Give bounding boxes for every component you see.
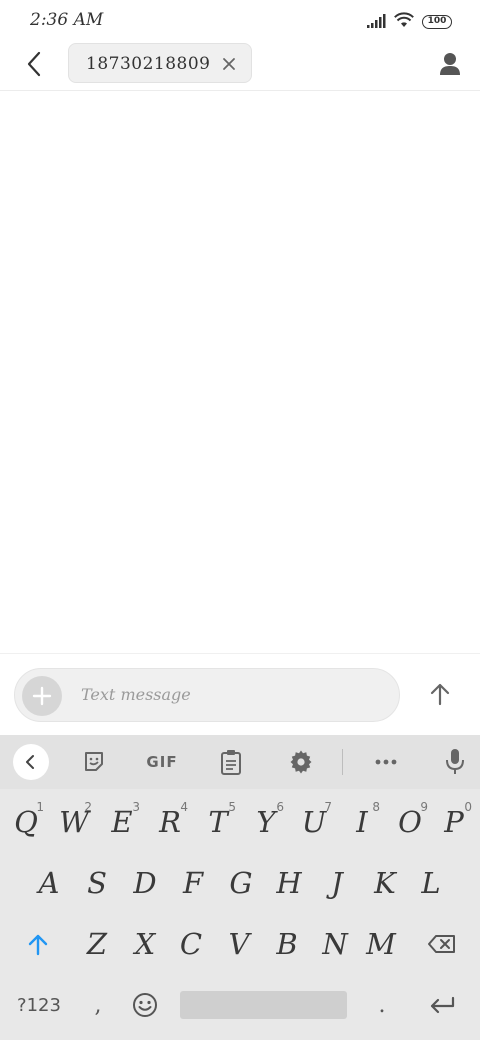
clipboard-icon	[221, 750, 241, 775]
key-d[interactable]: D	[121, 855, 169, 911]
key-p[interactable]: P0	[430, 794, 478, 850]
voice-input-button[interactable]	[437, 745, 473, 779]
gif-button[interactable]: GIF	[138, 745, 186, 779]
recipient-chip[interactable]: 18730218809	[68, 43, 252, 83]
key-a[interactable]: A	[25, 855, 73, 911]
person-icon	[440, 53, 460, 75]
key-w[interactable]: W2	[50, 794, 98, 850]
key-x[interactable]: X	[121, 916, 169, 972]
key-s[interactable]: S	[73, 855, 121, 911]
symbols-key[interactable]: ?123	[6, 977, 72, 1033]
key-z[interactable]: Z	[73, 916, 121, 972]
send-arrow-icon	[430, 683, 450, 706]
key-i[interactable]: I8	[338, 794, 386, 850]
emoji-icon	[133, 993, 157, 1017]
recipient-number: 18730218809	[86, 54, 211, 74]
close-icon[interactable]	[221, 56, 237, 72]
status-bar: 2:36 AM 100	[0, 0, 480, 40]
key-c[interactable]: C	[167, 916, 215, 972]
key-t[interactable]: T5	[194, 794, 242, 850]
key-q[interactable]: Q1	[2, 794, 50, 850]
back-arrow-icon	[27, 51, 41, 77]
key-u[interactable]: U7	[290, 794, 338, 850]
backspace-key[interactable]	[416, 916, 468, 972]
key-g[interactable]: G	[217, 855, 265, 911]
contact-button[interactable]	[434, 48, 466, 80]
plus-icon	[32, 686, 52, 706]
comma-key[interactable]: ,	[78, 977, 118, 1033]
sticker-icon	[85, 752, 103, 771]
settings-button[interactable]	[283, 745, 319, 779]
emoji-key[interactable]	[124, 977, 166, 1033]
status-icons: 100	[366, 12, 452, 32]
clipboard-button[interactable]	[213, 745, 249, 779]
shift-key[interactable]	[14, 916, 62, 972]
composer: Text message	[0, 653, 480, 735]
key-h[interactable]: H	[265, 855, 313, 911]
message-input[interactable]: Text message	[14, 668, 400, 722]
chevron-left-icon	[26, 755, 34, 769]
key-j[interactable]: J	[313, 855, 361, 911]
send-button[interactable]	[420, 674, 460, 714]
key-v[interactable]: V	[215, 916, 263, 972]
microphone-icon	[446, 749, 464, 774]
enter-icon	[430, 996, 455, 1014]
add-attachment-button[interactable]	[22, 676, 62, 716]
toolbar-divider	[342, 749, 343, 775]
more-icon	[375, 759, 397, 765]
period-key[interactable]: .	[362, 977, 402, 1033]
status-time: 2:36 AM	[30, 10, 104, 30]
keyboard: GIF Q 1 W 2 E 3 R 4 T 5 Y 6 U 7 I 8 O 9 …	[0, 735, 480, 1040]
keyboard-toolbar: GIF	[0, 735, 480, 789]
backspace-icon	[428, 935, 455, 953]
key-f[interactable]: F	[169, 855, 217, 911]
wifi-icon	[394, 12, 414, 32]
key-y[interactable]: Y6	[242, 794, 290, 850]
battery-icon: 100	[422, 15, 452, 29]
key-l[interactable]: L	[407, 855, 455, 911]
key-e[interactable]: E3	[98, 794, 146, 850]
more-button[interactable]	[368, 745, 404, 779]
key-n[interactable]: N	[311, 916, 359, 972]
back-button[interactable]	[18, 48, 50, 80]
signal-icon	[366, 13, 386, 32]
key-r[interactable]: R4	[146, 794, 194, 850]
shift-arrow-icon	[28, 934, 48, 956]
gear-icon	[290, 750, 312, 774]
sticker-button[interactable]	[76, 745, 112, 779]
conversation-body	[0, 92, 480, 652]
key-b[interactable]: B	[263, 916, 311, 972]
keyboard-collapse-button[interactable]	[13, 744, 49, 780]
key-k[interactable]: K	[361, 855, 409, 911]
message-placeholder: Text message	[81, 685, 191, 704]
enter-key[interactable]	[416, 977, 468, 1033]
key-o[interactable]: O9	[386, 794, 434, 850]
conversation-header: 18730218809	[0, 40, 480, 91]
key-m[interactable]: M	[357, 916, 405, 972]
space-key[interactable]	[180, 991, 347, 1019]
